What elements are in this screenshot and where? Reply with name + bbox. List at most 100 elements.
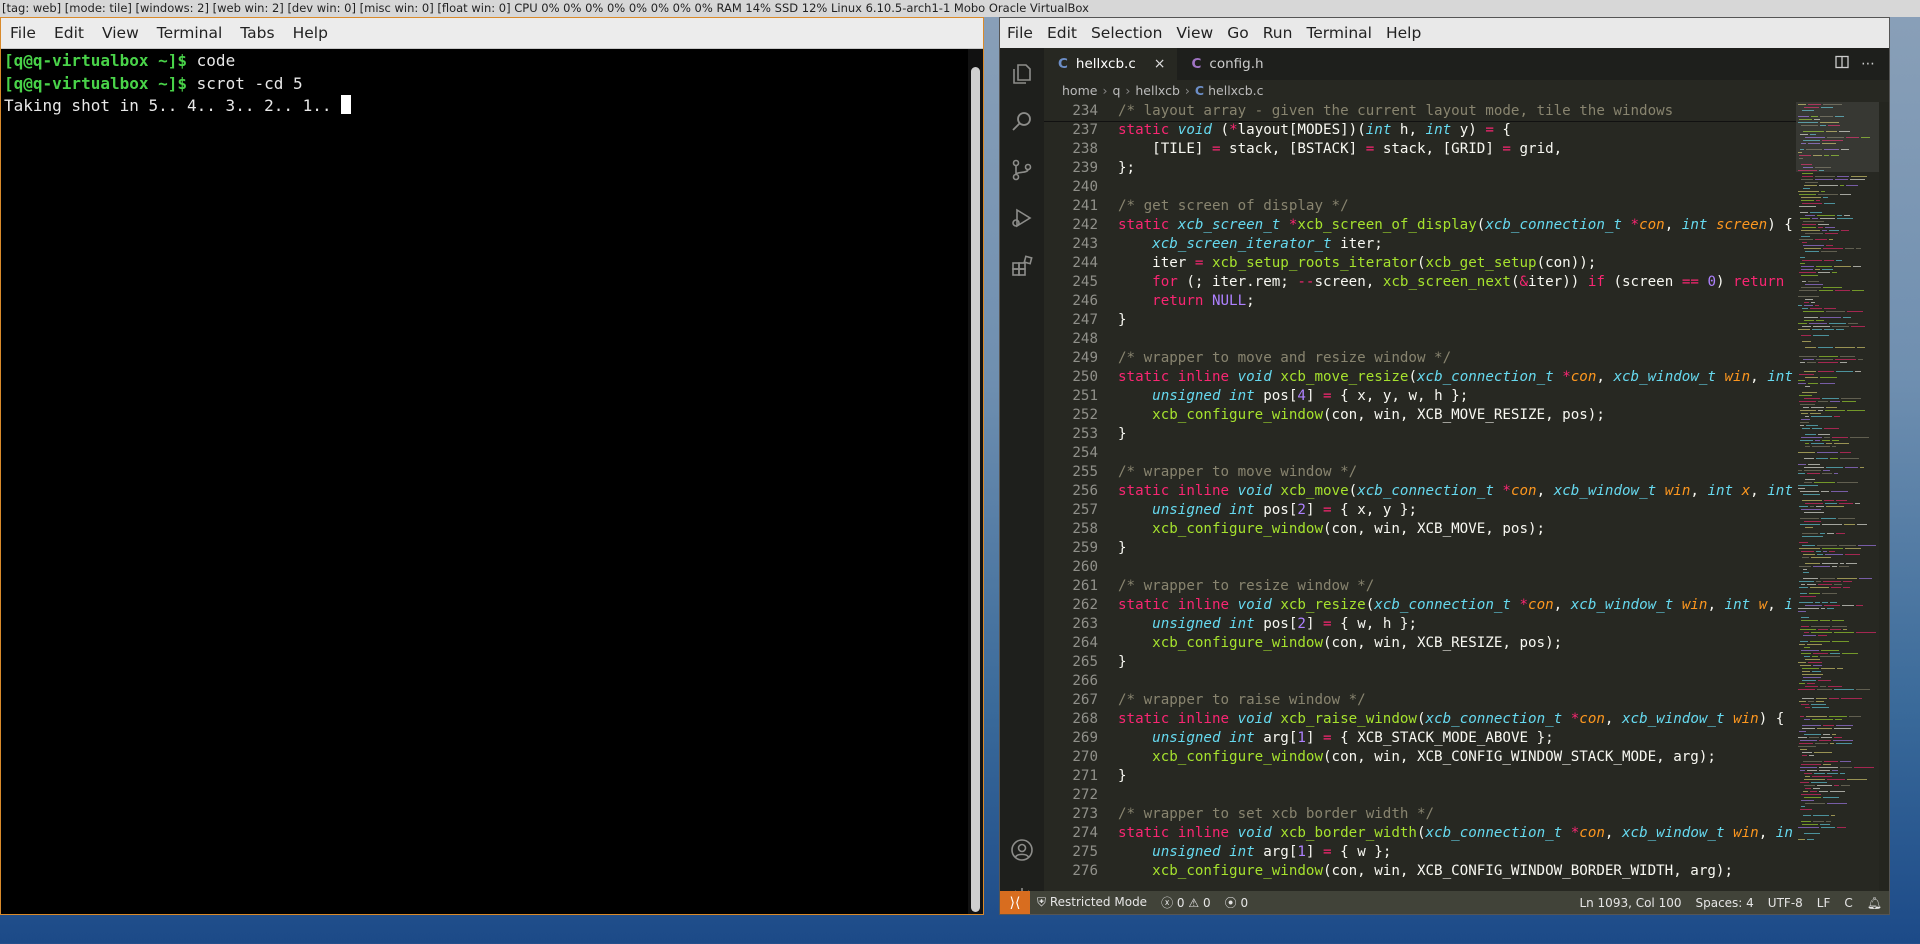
code-line[interactable]: 253} xyxy=(1044,425,1796,444)
code-line[interactable]: 242 static xcb_screen_t *xcb_screen_of_di… xyxy=(1044,216,1796,235)
code-line[interactable]: 269 unsigned int arg[1] = { XCB_STACK_MO… xyxy=(1044,729,1796,748)
menu-terminal[interactable]: Terminal xyxy=(1299,24,1379,42)
menu-edit[interactable]: Edit xyxy=(1040,24,1084,42)
code-line[interactable]: 254 xyxy=(1044,444,1796,463)
code-line[interactable]: 259} xyxy=(1044,539,1796,558)
code-line[interactable]: 265} xyxy=(1044,653,1796,672)
source-control-icon[interactable] xyxy=(1010,158,1034,182)
menu-view[interactable]: View xyxy=(93,24,148,42)
search-icon[interactable] xyxy=(1010,110,1034,134)
bell-icon[interactable]: 🔔︎ xyxy=(1860,896,1889,910)
code-line[interactable]: 266 xyxy=(1044,672,1796,691)
menu-help[interactable]: Help xyxy=(284,24,337,42)
code-line[interactable]: 264 xcb_configure_window(con, win, XCB_R… xyxy=(1044,634,1796,653)
minimap-stripe xyxy=(1800,491,1819,492)
code-line[interactable]: 237 static void (*layout[MODES])(int h, i… xyxy=(1044,121,1796,140)
terminal-output[interactable]: [q@q-virtualbox ~]$ code [q@q-virtualbox … xyxy=(4,50,965,914)
restricted-mode-indicator[interactable]: ⛨ Restricted Mode xyxy=(1030,895,1154,910)
vscode-window[interactable]: File Edit Selection View Go Run Terminal… xyxy=(999,17,1890,915)
code-line[interactable]: 275 unsigned int arg[1] = { w }; xyxy=(1044,843,1796,862)
account-icon[interactable] xyxy=(1010,838,1034,862)
breadcrumb-item[interactable]: hellxcb xyxy=(1135,83,1180,98)
code-line[interactable]: 248 xyxy=(1044,330,1796,349)
code-editor[interactable]: 234 /* layout array - given the current l… xyxy=(1044,102,1796,891)
explorer-icon[interactable] xyxy=(1010,62,1034,86)
menu-run[interactable]: Run xyxy=(1256,24,1300,42)
code-line[interactable]: 245 for (; iter.rem; --screen, xcb_scree… xyxy=(1044,273,1796,292)
problems-indicator[interactable]: ⓧ 0 ⚠ 0 xyxy=(1154,894,1218,911)
code-line[interactable]: 240 xyxy=(1044,178,1796,197)
minimap-stripe xyxy=(1804,632,1809,633)
minimap-stripe xyxy=(1808,662,1822,663)
code-line[interactable]: 270 xcb_configure_window(con, win, XCB_C… xyxy=(1044,748,1796,767)
minimap-stripe xyxy=(1847,410,1865,411)
menu-terminal[interactable]: Terminal xyxy=(148,24,232,42)
extensions-icon[interactable] xyxy=(1010,254,1034,278)
code-line[interactable]: 260 xyxy=(1044,558,1796,577)
remote-icon[interactable]: ⟩⟨ xyxy=(1000,891,1030,914)
minimap-stripe xyxy=(1812,428,1822,429)
ports-indicator[interactable]: ⦿ 0 xyxy=(1218,894,1255,911)
code-line[interactable]: 261 /* wrapper to resize window */ xyxy=(1044,577,1796,596)
tab-hellxcb-c[interactable]: C hellxcb.c × xyxy=(1044,48,1178,80)
menu-help[interactable]: Help xyxy=(1379,24,1428,42)
scrollbar-thumb[interactable] xyxy=(971,67,980,912)
code-line[interactable]: 241 /* get screen of display */ xyxy=(1044,197,1796,216)
code-line[interactable]: 247} xyxy=(1044,311,1796,330)
code-line[interactable]: 274 static inline void xcb_border_width(x… xyxy=(1044,824,1796,843)
end-of-line[interactable]: LF xyxy=(1810,896,1838,910)
minimap-stripe xyxy=(1820,383,1835,384)
code-line[interactable]: 238 [TILE] = stack, [BSTACK] = stack, [G… xyxy=(1044,140,1796,159)
code-line[interactable]: 250 static inline void xcb_move_resize(xc… xyxy=(1044,368,1796,387)
editor-scrollbar[interactable] xyxy=(1879,102,1889,891)
breadcrumb-item[interactable]: q xyxy=(1112,83,1120,98)
code-line[interactable]: 257 unsigned int pos[2] = { x, y }; xyxy=(1044,501,1796,520)
minimap[interactable] xyxy=(1796,102,1881,891)
breadcrumb-item[interactable]: home xyxy=(1062,83,1097,98)
minimap-stripe xyxy=(1819,770,1830,771)
split-editor-icon[interactable] xyxy=(1835,55,1849,73)
minimap-stripe xyxy=(1805,605,1822,606)
menu-file[interactable]: File xyxy=(1,24,45,42)
line-number: 260 xyxy=(1072,559,1098,575)
minimap-slider[interactable] xyxy=(1796,102,1881,172)
more-actions-icon[interactable]: ⋯ xyxy=(1861,56,1875,72)
indentation[interactable]: Spaces: 4 xyxy=(1688,896,1760,910)
code-line[interactable]: 258 xcb_configure_window(con, win, XCB_M… xyxy=(1044,520,1796,539)
code-line[interactable]: 268 static inline void xcb_raise_window(x… xyxy=(1044,710,1796,729)
code-line[interactable]: 243 xcb_screen_iterator_t iter; xyxy=(1044,235,1796,254)
code-line[interactable]: 272 xyxy=(1044,786,1796,805)
menu-selection[interactable]: Selection xyxy=(1084,24,1169,42)
menu-view[interactable]: View xyxy=(1169,24,1220,42)
code-line[interactable]: 249 /* wrapper to move and resize window … xyxy=(1044,349,1796,368)
menu-tabs[interactable]: Tabs xyxy=(231,24,283,42)
code-line[interactable]: 239}; xyxy=(1044,159,1796,178)
code-line[interactable]: 252 xcb_configure_window(con, win, XCB_M… xyxy=(1044,406,1796,425)
code-line[interactable]: 273 /* wrapper to set xcb border width */ xyxy=(1044,805,1796,824)
code-line[interactable]: 256 static inline void xcb_move(xcb_conne… xyxy=(1044,482,1796,501)
code-line[interactable]: 246 return NULL; xyxy=(1044,292,1796,311)
code-line[interactable]: 276 xcb_configure_window(con, win, XCB_C… xyxy=(1044,862,1796,881)
cursor-position[interactable]: Ln 1093, Col 100 xyxy=(1572,896,1688,910)
code-line[interactable]: 255 /* wrapper to move window */ xyxy=(1044,463,1796,482)
minimap-stripe xyxy=(1818,680,1831,681)
minimap-stripe xyxy=(1799,587,1808,588)
language-mode[interactable]: C xyxy=(1837,896,1859,910)
encoding[interactable]: UTF-8 xyxy=(1761,896,1810,910)
run-debug-icon[interactable] xyxy=(1010,206,1034,230)
menu-file[interactable]: File xyxy=(1000,24,1040,42)
terminal-scrollbar[interactable] xyxy=(968,49,983,914)
code-line[interactable]: 262 static inline void xcb_resize(xcb_con… xyxy=(1044,596,1796,615)
tab-config-h[interactable]: C config.h xyxy=(1177,48,1275,80)
close-icon[interactable]: × xyxy=(1154,56,1166,72)
code-line[interactable]: 263 unsigned int pos[2] = { w, h }; xyxy=(1044,615,1796,634)
code-line[interactable]: 267 /* wrapper to raise window */ xyxy=(1044,691,1796,710)
code-line[interactable]: 251 unsigned int pos[4] = { x, y, w, h }… xyxy=(1044,387,1796,406)
menu-go[interactable]: Go xyxy=(1220,24,1256,42)
breadcrumb-file[interactable]: hellxcb.c xyxy=(1208,83,1263,98)
menu-edit[interactable]: Edit xyxy=(45,24,93,42)
code-line[interactable]: 244 iter = xcb_setup_roots_iterator(xcb_… xyxy=(1044,254,1796,273)
code-line[interactable]: 271} xyxy=(1044,767,1796,786)
sticky-scroll-line[interactable]: 234 /* layout array - given the current l… xyxy=(1044,102,1796,122)
terminal-window[interactable]: File Edit View Terminal Tabs Help [q@q-v… xyxy=(0,17,984,915)
